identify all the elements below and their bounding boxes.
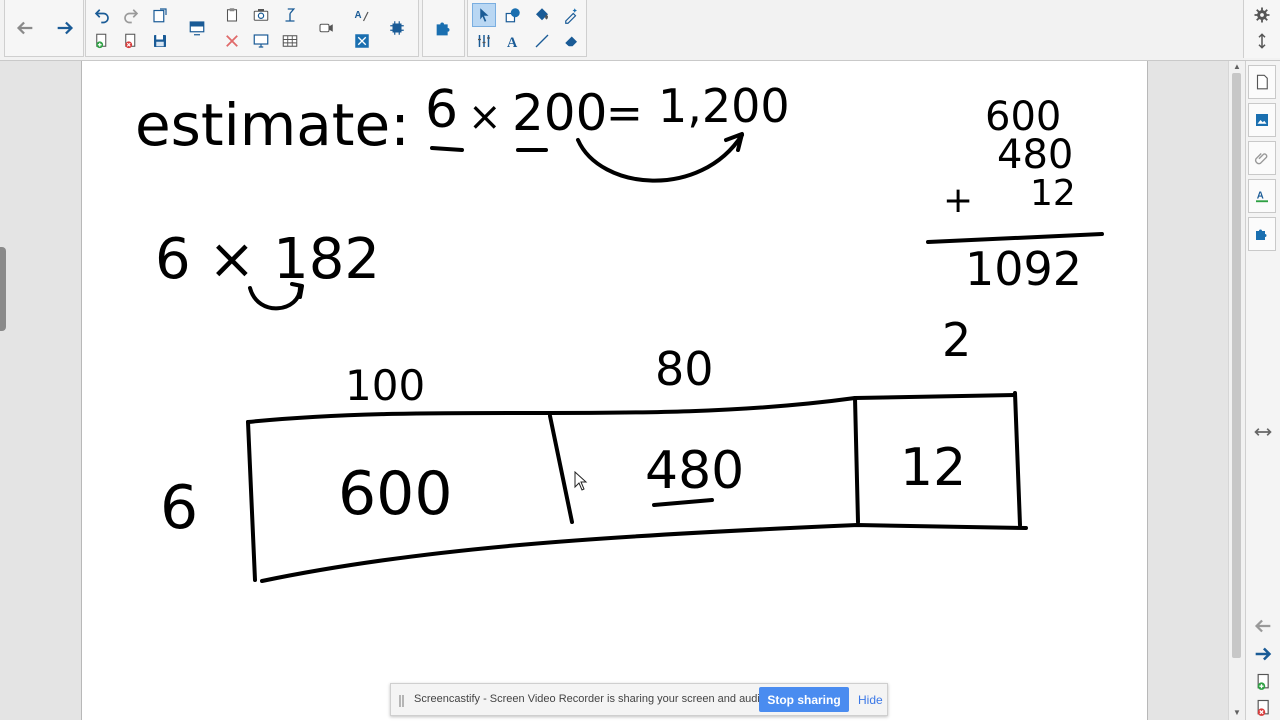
ink-layer: estimate: 6 × 200 = 1,200 6 × 182 100 80… xyxy=(135,79,1104,583)
area-divider-1 xyxy=(548,414,574,524)
eraser-icon[interactable] xyxy=(559,29,583,53)
undo-icon[interactable] xyxy=(90,3,114,27)
add-page-icon[interactable] xyxy=(1254,671,1274,693)
clear-icon[interactable] xyxy=(220,29,244,53)
sum-addend-2: 480 xyxy=(997,132,1073,178)
move-toolbar-icon[interactable] xyxy=(1250,29,1274,53)
estimate-result: 1,200 xyxy=(658,79,790,133)
area-col-label-2: 80 xyxy=(655,342,714,396)
panel-handle[interactable] xyxy=(0,247,6,331)
drag-handle-icon[interactable] xyxy=(399,695,404,707)
gallery-icon[interactable] xyxy=(1248,103,1276,137)
paste-special-icon[interactable] xyxy=(220,3,244,27)
area-cell-2: 480 xyxy=(645,441,744,501)
properties-icon[interactable]: A xyxy=(1248,179,1276,213)
estimate-label: estimate: xyxy=(135,91,410,159)
puzzle-icon[interactable] xyxy=(432,16,456,40)
scroll-thumb[interactable] xyxy=(1232,73,1241,658)
area-col-label-3: 2 xyxy=(942,313,971,367)
scroll-up-icon[interactable]: ▲ xyxy=(1233,63,1241,71)
area-box-right xyxy=(1013,391,1022,527)
record-icon[interactable] xyxy=(314,16,338,40)
text-recognition-icon[interactable]: A xyxy=(350,3,374,27)
vertical-scrollbar[interactable]: ▲ ▼ xyxy=(1228,61,1245,720)
sum-total: 1092 xyxy=(965,242,1082,296)
fill-icon[interactable] xyxy=(530,3,554,27)
screen-shade-icon[interactable] xyxy=(185,16,209,40)
table-icon[interactable] xyxy=(278,29,302,53)
widget-icon[interactable] xyxy=(385,16,409,40)
svg-text:A: A xyxy=(355,10,362,21)
edit-group: A xyxy=(85,0,419,57)
main-toolbar: A A xyxy=(0,0,1280,61)
paste-icon[interactable] xyxy=(148,3,172,27)
magic-pen-icon[interactable] xyxy=(559,3,583,27)
estimate-times: × xyxy=(468,94,502,140)
area-divider-2 xyxy=(853,396,860,524)
estimate-factor: 6 xyxy=(425,80,458,140)
text-icon[interactable]: A xyxy=(501,29,525,53)
delete-page-icon[interactable] xyxy=(119,29,143,53)
sum-addend-3: 12 xyxy=(1030,173,1076,214)
area-row-label: 6 xyxy=(160,473,198,543)
addons-icon[interactable] xyxy=(350,29,374,53)
page-sorter-icon[interactable] xyxy=(1248,65,1276,99)
svg-text:A: A xyxy=(1257,190,1264,201)
right-margin xyxy=(1147,61,1229,720)
sum-plus: + xyxy=(943,180,973,221)
toolbar-settings-area xyxy=(1243,0,1280,58)
svg-text:A: A xyxy=(507,35,518,50)
settings-icon[interactable] xyxy=(1250,3,1274,27)
shapes-icon[interactable] xyxy=(501,3,525,27)
mouse-cursor-icon xyxy=(574,471,588,491)
share-message: Screencastify - Screen Video Recorder is… xyxy=(414,693,770,705)
forward-arrow-icon[interactable] xyxy=(53,16,77,40)
side-panel: A xyxy=(1245,61,1280,720)
resize-panel-icon[interactable] xyxy=(1253,425,1273,439)
estimate-equals: = xyxy=(606,88,643,139)
estimate-factor-underline xyxy=(430,146,464,152)
area-box-left xyxy=(246,420,257,582)
add-page-icon[interactable] xyxy=(90,29,114,53)
screen-capture-icon[interactable] xyxy=(249,3,273,27)
sum-line xyxy=(926,232,1104,244)
measurement-icon[interactable] xyxy=(472,29,496,53)
save-icon[interactable] xyxy=(148,29,172,53)
navigation-group xyxy=(4,0,84,57)
area-cell-1: 600 xyxy=(338,459,453,529)
scroll-down-icon[interactable]: ▼ xyxy=(1233,709,1241,717)
hide-link[interactable]: Hide xyxy=(858,693,883,707)
area-col-label-1: 100 xyxy=(345,361,425,410)
stop-sharing-button[interactable]: Stop sharing xyxy=(759,687,849,712)
estimate-rounded: 200 xyxy=(512,84,607,142)
back-arrow-icon[interactable] xyxy=(13,16,37,40)
redo-icon[interactable] xyxy=(119,3,143,27)
document-camera-icon[interactable] xyxy=(278,3,302,27)
tools-group: A xyxy=(467,0,587,57)
left-margin xyxy=(0,61,82,720)
area-box-bottom xyxy=(260,523,1028,583)
attachments-icon[interactable] xyxy=(1248,141,1276,175)
screen-share-notification: Screencastify - Screen Video Recorder is… xyxy=(390,683,888,716)
line-icon[interactable] xyxy=(530,29,554,53)
previous-page-icon[interactable] xyxy=(1252,615,1274,637)
show-display-icon[interactable] xyxy=(249,29,273,53)
delete-page-icon[interactable] xyxy=(1254,697,1274,719)
plugins-group xyxy=(422,0,465,57)
select-icon[interactable] xyxy=(472,3,496,27)
area-cell-3: 12 xyxy=(900,438,966,498)
addons-tab-icon[interactable] xyxy=(1248,217,1276,251)
next-page-icon[interactable] xyxy=(1252,643,1274,665)
whiteboard-canvas[interactable]: estimate: 6 × 200 = 1,200 6 × 182 100 80… xyxy=(82,61,1147,720)
problem-expression: 6 × 182 xyxy=(155,227,380,292)
